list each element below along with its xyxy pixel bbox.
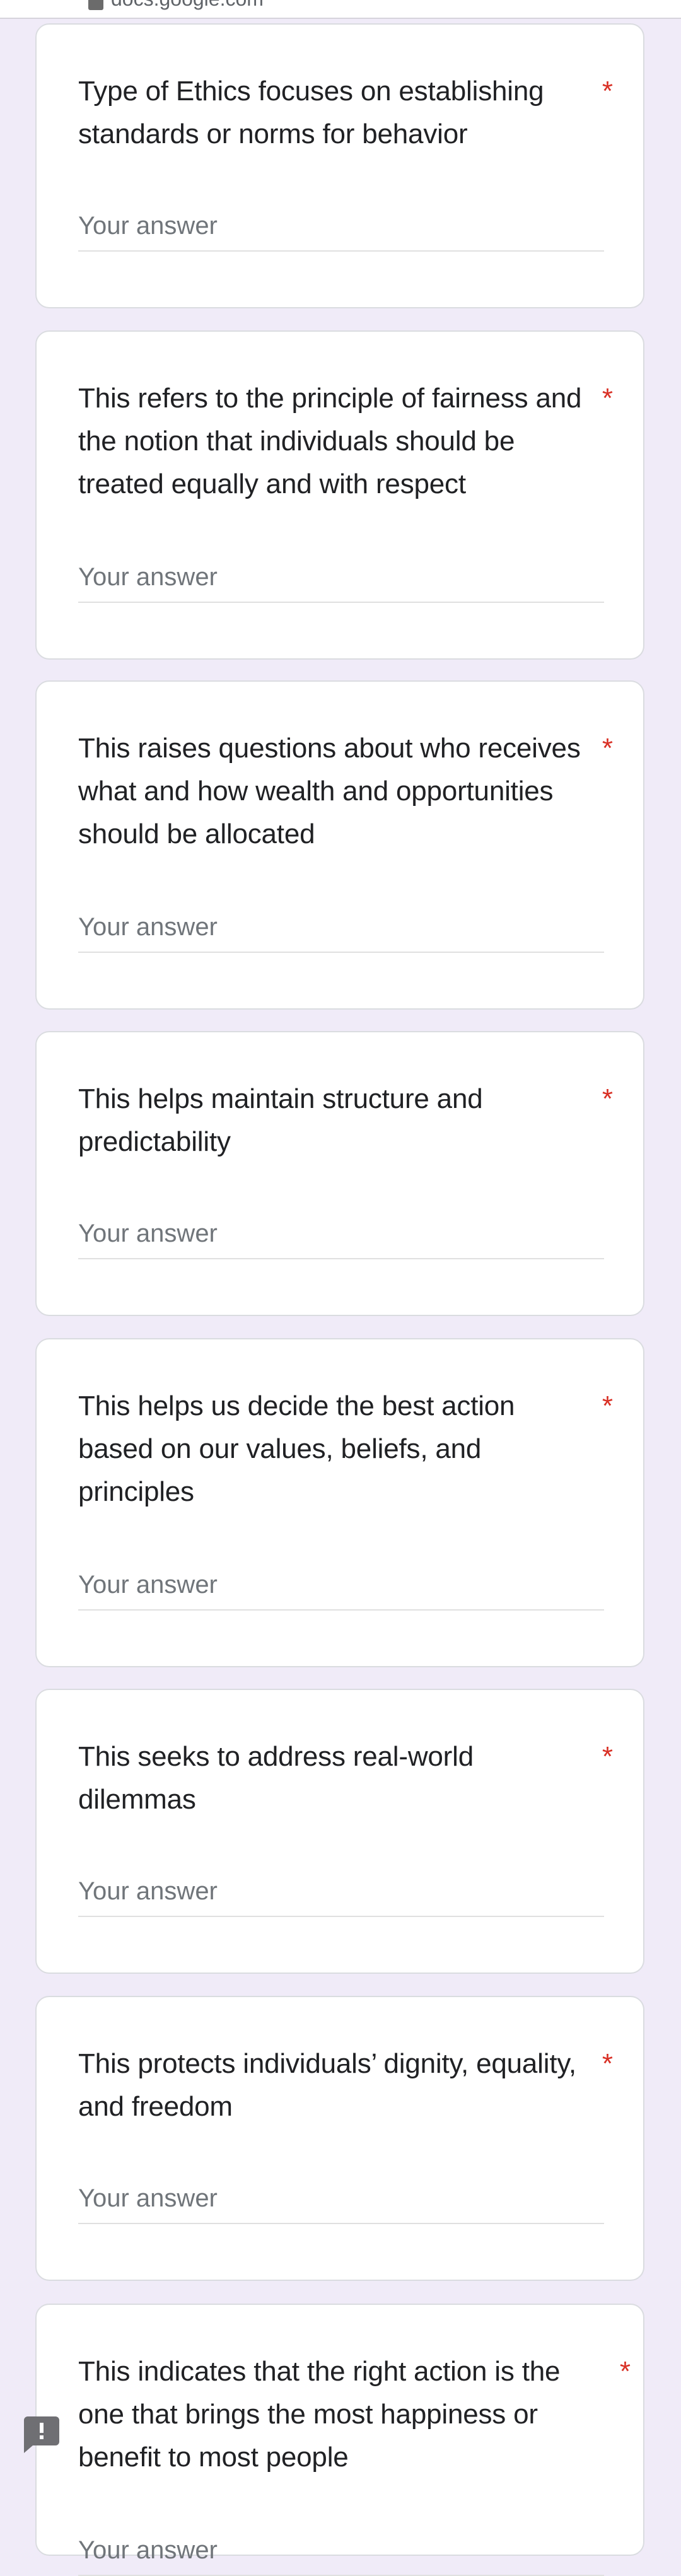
answer-input[interactable] (78, 1867, 604, 1917)
answer-input[interactable] (78, 201, 604, 252)
url-display[interactable]: docs.google.com (88, 0, 264, 11)
question-header: This helps maintain structure and predic… (78, 1078, 613, 1163)
required-asterisk: * (602, 1741, 613, 1772)
question-text: This helps maintain structure and predic… (78, 1083, 483, 1157)
question-card: This helps maintain structure and predic… (35, 1031, 644, 1316)
required-asterisk: * (602, 733, 613, 764)
required-asterisk: * (619, 2356, 631, 2387)
report-problem-button[interactable] (24, 2416, 59, 2453)
required-asterisk: * (602, 1083, 613, 1114)
question-card: Type of Ethics focuses on establishing s… (35, 23, 644, 308)
question-text: This raises questions about who receives… (78, 733, 581, 849)
question-header: This refers to the principle of fairness… (78, 377, 613, 506)
question-text: This indicates that the right action is … (78, 2356, 561, 2473)
answer-input[interactable] (78, 1209, 604, 1259)
required-asterisk: * (602, 76, 613, 107)
question-header: Type of Ethics focuses on establishing s… (78, 70, 613, 156)
question-header: This helps us decide the best action bas… (78, 1385, 613, 1513)
question-header: This protects individuals’ dignity, equa… (78, 2043, 613, 2128)
question-card: This protects individuals’ dignity, equa… (35, 1996, 644, 2281)
answer-input[interactable] (78, 2174, 604, 2224)
question-header: This seeks to address real-world dilemma… (78, 1735, 613, 1821)
answer-input[interactable] (78, 1560, 604, 1611)
answer-input[interactable] (78, 2526, 604, 2576)
answer-input[interactable] (78, 552, 604, 603)
question-header: This indicates that the right action is … (78, 2350, 631, 2479)
question-text: Type of Ethics focuses on establishing s… (78, 76, 544, 149)
required-asterisk: * (602, 2048, 613, 2079)
required-asterisk: * (602, 383, 613, 414)
report-problem-icon (24, 2416, 59, 2453)
question-header: This raises questions about who receives… (78, 727, 613, 856)
browser-address-bar[interactable]: docs.google.com (0, 0, 681, 19)
question-card: This indicates that the right action is … (35, 2304, 644, 2576)
question-card: This refers to the principle of fairness… (35, 330, 644, 660)
answer-input[interactable] (78, 902, 604, 953)
question-text: This seeks to address real-world dilemma… (78, 1741, 474, 1815)
question-text: This protects individuals’ dignity, equa… (78, 2048, 576, 2122)
question-card: This helps us decide the best action bas… (35, 1338, 644, 1667)
lock-icon (88, 0, 103, 10)
question-text: This helps us decide the best action bas… (78, 1390, 515, 1507)
required-asterisk: * (602, 1390, 613, 1421)
question-card: This seeks to address real-world dilemma… (35, 1689, 644, 1974)
question-text: This refers to the principle of fairness… (78, 383, 582, 499)
question-card: This raises questions about who receives… (35, 680, 644, 1010)
url-text: docs.google.com (111, 0, 264, 11)
